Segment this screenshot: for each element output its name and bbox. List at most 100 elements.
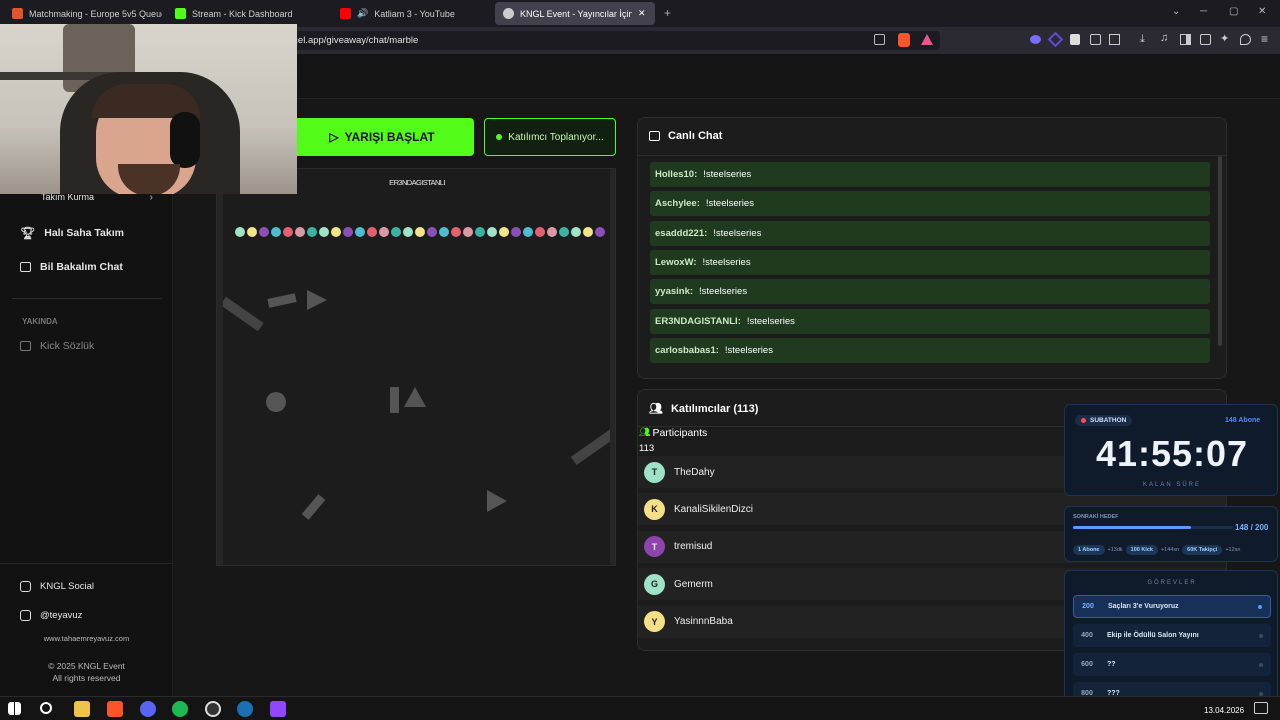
tab-list-chevron-icon[interactable]: ⌄ bbox=[1172, 6, 1180, 17]
sidebar-toggle-icon[interactable] bbox=[1180, 34, 1191, 45]
goal-chip: 1 Abone bbox=[1073, 545, 1105, 555]
chat-scrollbar[interactable] bbox=[1218, 156, 1222, 346]
participant-avatar: Y bbox=[644, 611, 665, 633]
social-link[interactable]: KNGL Social bbox=[20, 581, 94, 592]
chat-divider bbox=[638, 155, 1226, 156]
new-tab-button[interactable]: + bbox=[664, 6, 671, 20]
marble bbox=[367, 227, 377, 237]
sidebar-divider bbox=[12, 298, 162, 299]
obstacle-triangle bbox=[487, 490, 507, 512]
social-label: KNGL Social bbox=[40, 581, 95, 592]
participant-name: YasinnnBaba bbox=[674, 616, 733, 628]
instagram-icon bbox=[20, 610, 31, 621]
leo-ai-icon[interactable]: ✦ bbox=[1220, 32, 1229, 45]
close-window-button[interactable]: ✕ bbox=[1258, 6, 1266, 17]
music-icon[interactable]: ♫ bbox=[1160, 32, 1168, 44]
vpn-icon[interactable] bbox=[1240, 34, 1251, 45]
file-explorer-icon[interactable] bbox=[74, 701, 90, 717]
chat-username: Holles10: bbox=[655, 169, 698, 180]
steam-icon[interactable] bbox=[237, 701, 253, 717]
participant-name: KanaliSikilenDizci bbox=[674, 503, 753, 515]
handle-link[interactable]: @teyavuz bbox=[20, 610, 82, 621]
obstacle-triangle bbox=[404, 387, 426, 407]
participant-avatar: K bbox=[644, 498, 665, 520]
task-number: 600 bbox=[1081, 661, 1093, 668]
marble bbox=[571, 227, 581, 237]
brave-shield-icon[interactable] bbox=[898, 33, 910, 47]
sidebar-item-bil-bakalim[interactable]: Bil Bakalım Chat bbox=[20, 261, 123, 273]
extension-icon[interactable] bbox=[1070, 34, 1080, 45]
chat-text: !steelseries bbox=[702, 256, 751, 268]
tab-label: Stream - Kick Dashboard bbox=[192, 8, 293, 19]
twitch-icon[interactable] bbox=[270, 701, 286, 717]
screenshot-icon[interactable] bbox=[1109, 34, 1120, 45]
board-wall-left bbox=[217, 169, 223, 565]
marble bbox=[463, 227, 473, 237]
wallet-icon[interactable] bbox=[1200, 34, 1211, 45]
chat-message: carlosbabas1: !steelseries bbox=[650, 337, 1210, 363]
goal-progress-fill bbox=[1073, 526, 1192, 529]
download-icon[interactable]: ⤓ bbox=[1140, 33, 1145, 46]
marble bbox=[511, 227, 521, 237]
obstacle-triangle bbox=[307, 290, 327, 310]
minimize-button[interactable]: ─ bbox=[1200, 6, 1207, 17]
discord-icon[interactable] bbox=[140, 701, 156, 717]
brave-browser-icon[interactable] bbox=[107, 701, 123, 717]
rights-text: All rights reserved bbox=[52, 673, 121, 683]
extension-icon[interactable] bbox=[1047, 31, 1064, 48]
start-race-button[interactable]: ▷ YARIŞI BAŞLAT bbox=[290, 118, 474, 156]
task-row: 400 Ekip ile Ödüllü Salon Yayını bbox=[1073, 624, 1271, 647]
tab-kick-dashboard[interactable]: Stream - Kick Dashboard bbox=[167, 2, 327, 25]
website-link[interactable]: www.tahaemreyavuz.com bbox=[0, 634, 173, 643]
chat-text: !steelseries bbox=[699, 286, 748, 298]
puzzle-icon[interactable] bbox=[1090, 34, 1101, 45]
spotify-icon[interactable] bbox=[172, 701, 188, 717]
collecting-participants-button[interactable]: Katılımcı Toplanıyor... bbox=[484, 118, 616, 156]
menu-icon[interactable]: ≡ bbox=[1261, 32, 1268, 46]
chat-username: ER3NDAGISTANLI: bbox=[655, 315, 741, 327]
trophy-icon: 🏆︎ bbox=[20, 226, 36, 240]
task-number: 200 bbox=[1082, 603, 1094, 610]
windows-start-icon[interactable] bbox=[8, 702, 21, 715]
participant-name: Gemerm bbox=[674, 578, 713, 590]
tab-label: KNGL Event - Yayıncılar İçin Etki bbox=[520, 8, 632, 19]
notification-icon[interactable] bbox=[1254, 702, 1268, 714]
marble-race-board[interactable]: ER3NDAGISTANLI bbox=[216, 168, 616, 566]
chat-message: Holles10: !steelseries bbox=[650, 162, 1210, 187]
handle-label: @teyavuz bbox=[40, 610, 83, 621]
globe-icon bbox=[503, 8, 514, 19]
next-goal-widget: SONRAKİ HEDEF 148 / 200 1 Abone +13dk 100 … bbox=[1064, 506, 1278, 562]
chat-text: !steelseries bbox=[705, 198, 754, 210]
instagram-icon bbox=[20, 581, 31, 592]
task-text: ?? bbox=[1107, 661, 1116, 668]
close-tab-icon[interactable]: ✕ bbox=[638, 8, 646, 19]
maximize-button[interactable]: ▢ bbox=[1229, 6, 1238, 17]
obs-icon[interactable] bbox=[205, 701, 221, 717]
search-icon[interactable] bbox=[40, 702, 52, 714]
speaker-icon[interactable]: 🔊 bbox=[357, 8, 368, 19]
extension-icon[interactable] bbox=[1030, 35, 1041, 44]
chat-message: esaddd221: !steelseries bbox=[650, 220, 1210, 246]
tab-matchmaking[interactable]: Matchmaking - Europe 5v5 Queue - bbox=[4, 2, 162, 25]
tasks-list: 200 Saçları 3'e Vuruyoruz 400 Ekip ile Ödül… bbox=[1065, 595, 1279, 705]
faceit-icon bbox=[12, 8, 23, 19]
marble bbox=[403, 227, 413, 237]
copyright-text: © 2025 KNGL Event bbox=[48, 661, 125, 671]
participants-title: Katılımcılar (113) bbox=[670, 402, 759, 415]
obstacle-bar bbox=[267, 293, 297, 308]
subscriber-count: 148 Abone bbox=[1225, 417, 1261, 424]
subathon-label: SUBATHON bbox=[1090, 417, 1127, 424]
chat-icon bbox=[649, 131, 660, 141]
kick-icon bbox=[175, 8, 186, 19]
webcam-overlay bbox=[0, 24, 297, 194]
tab-youtube[interactable]: 🔊 Katliam 3 - YouTube bbox=[332, 2, 490, 25]
url-field[interactable]: rcel.app/giveaway/chat/marble bbox=[210, 31, 940, 50]
board-wall-right bbox=[610, 169, 615, 565]
sidebar-item-hali-saha[interactable]: 🏆︎ Halı Saha Takım bbox=[20, 226, 124, 240]
task-number: 400 bbox=[1081, 632, 1093, 639]
marble bbox=[439, 227, 449, 237]
marble bbox=[547, 227, 557, 237]
tab-kngl-event[interactable]: KNGL Event - Yayıncılar İçin Etki ✕ bbox=[495, 2, 655, 25]
brave-rewards-icon[interactable] bbox=[921, 34, 933, 45]
share-icon[interactable] bbox=[874, 34, 885, 45]
